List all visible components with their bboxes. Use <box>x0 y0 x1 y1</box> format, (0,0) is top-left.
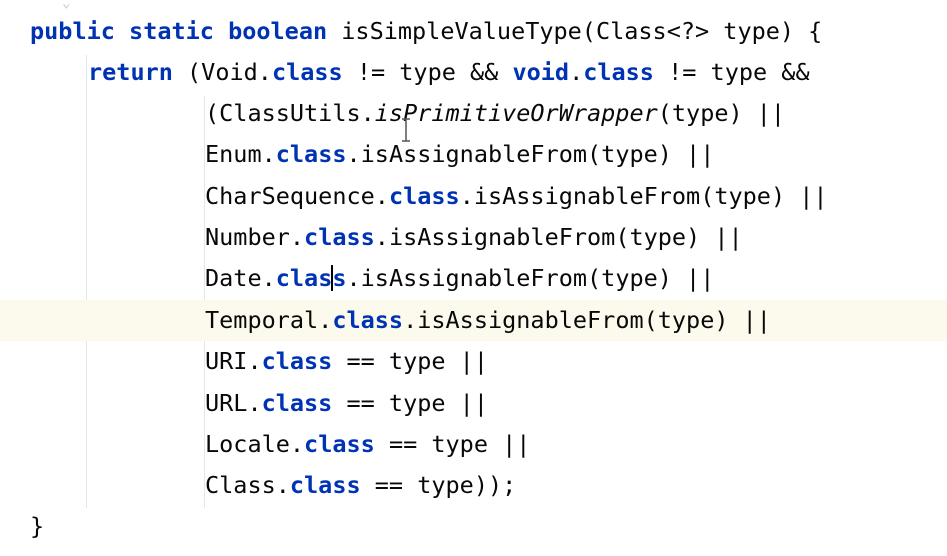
code-line[interactable]: public static boolean isSimpleValueType(… <box>0 11 947 52</box>
code-line[interactable]: CharSequence.class.isAssignableFrom(type… <box>0 176 947 217</box>
keyword-token: class <box>289 471 361 499</box>
code-token: URL. <box>205 389 262 417</box>
code-line[interactable]: Class.class == type)); <box>0 465 947 506</box>
code-token: Class. <box>205 471 290 499</box>
code-token: == type || <box>374 430 531 458</box>
code-token: .isAssignableFrom(type) || <box>459 182 828 210</box>
code-editor[interactable]: ⌄ public static boolean isSimpleValueTyp… <box>0 0 947 556</box>
code-line[interactable]: (ClassUtils.isPrimitiveOrWrapper(type) |… <box>0 93 947 134</box>
code-line-text: Number.class.isAssignableFrom(type) || <box>205 217 743 258</box>
code-token: (Void. <box>172 58 272 86</box>
keyword-token: void <box>512 58 570 86</box>
code-line-text: Enum.class.isAssignableFrom(type) || <box>205 134 714 175</box>
code-token: . <box>569 58 584 86</box>
code-token: URI. <box>205 347 262 375</box>
code-line[interactable]: Date.class.isAssignableFrom(type) || <box>0 258 947 299</box>
code-line-text: URL.class == type || <box>205 383 488 424</box>
code-token: Enum. <box>205 140 276 168</box>
code-token: .isAssignableFrom(type) || <box>346 264 715 292</box>
code-token: } <box>30 512 45 540</box>
keyword-token: class <box>583 58 654 86</box>
code-line[interactable]: } <box>0 506 947 547</box>
keyword-token: clas <box>275 264 333 292</box>
code-token: == type || <box>332 389 488 417</box>
code-line-text: public static boolean isSimpleValueType(… <box>30 11 822 52</box>
code-line[interactable]: Locale.class == type || <box>0 424 947 465</box>
keyword-token: class <box>304 223 375 251</box>
keyword-token: boolean <box>228 17 328 45</box>
code-line-text: return (Void.class != type && void.class… <box>88 52 810 93</box>
code-token: .isAssignableFrom(type) || <box>346 140 715 168</box>
code-line-text: Class.class == type)); <box>205 465 516 506</box>
code-token: != type && <box>653 58 810 86</box>
keyword-token: class <box>304 430 375 458</box>
code-line-text: } <box>30 506 44 547</box>
keyword-token: class <box>261 389 333 417</box>
code-line[interactable]: Temporal.class.isAssignableFrom(type) || <box>0 300 947 341</box>
fold-hint-glyph: ⌄ <box>62 0 71 11</box>
code-line-text: (ClassUtils.isPrimitiveOrWrapper(type) |… <box>205 93 785 134</box>
keyword-token: class <box>271 58 343 86</box>
code-line[interactable]: URI.class == type || <box>0 341 947 382</box>
code-token: (ClassUtils. <box>205 99 375 127</box>
keyword-token: s <box>332 264 347 292</box>
code-line-text: URI.class == type || <box>205 341 488 382</box>
code-line[interactable]: Enum.class.isAssignableFrom(type) || <box>0 134 947 175</box>
code-token: isSimpleValueType(Class<?> type) { <box>327 17 823 45</box>
code-token: Locale. <box>205 430 305 458</box>
keyword-token: class <box>261 347 333 375</box>
code-token: == type)); <box>360 471 517 499</box>
code-line[interactable]: return (Void.class != type && void.class… <box>0 52 947 93</box>
code-line-text: Locale.class == type || <box>205 424 530 465</box>
code-token: Temporal. <box>205 306 333 334</box>
code-token: Number. <box>205 223 305 251</box>
keyword-token: public <box>30 17 115 45</box>
code-token: != type && <box>342 58 513 86</box>
code-line[interactable]: URL.class == type || <box>0 383 947 424</box>
code-token: CharSequence. <box>205 182 389 210</box>
keyword-token: static <box>129 17 214 45</box>
code-line[interactable]: Number.class.isAssignableFrom(type) || <box>0 217 947 258</box>
code-line-text: Temporal.class.isAssignableFrom(type) || <box>205 300 771 341</box>
code-token: == type || <box>332 347 488 375</box>
keyword-token: return <box>88 58 173 86</box>
code-token: (type) || <box>657 99 786 127</box>
keyword-token: class <box>332 306 404 334</box>
method-token: isPrimitiveOrWrapper <box>374 99 658 127</box>
code-token: .isAssignableFrom(type) || <box>403 306 771 334</box>
keyword-token: class <box>275 140 347 168</box>
code-token: .isAssignableFrom(type) || <box>374 223 743 251</box>
code-line-text: CharSequence.class.isAssignableFrom(type… <box>205 176 828 217</box>
keyword-token: class <box>388 182 460 210</box>
code-line-text: Date.class.isAssignableFrom(type) || <box>205 258 714 299</box>
code-token: Date. <box>205 264 276 292</box>
